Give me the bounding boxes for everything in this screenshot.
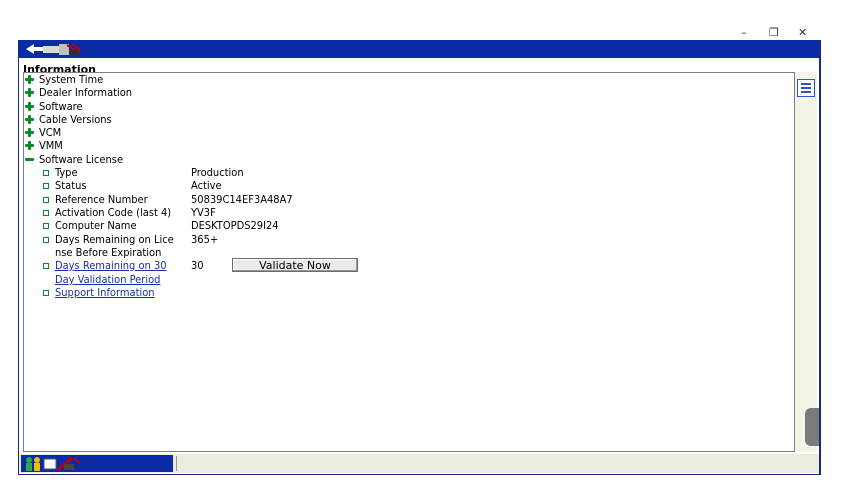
row-value: 365+ <box>191 233 219 246</box>
close-button[interactable]: ✕ <box>798 26 807 39</box>
row-value: Production <box>191 166 244 179</box>
tree-node-label: Software License <box>39 153 124 166</box>
row-key: Type <box>55 166 78 179</box>
row-value: 50839C14EF3A48A7 <box>191 193 293 206</box>
bullet-icon <box>43 183 49 189</box>
expand-plus-icon[interactable] <box>25 128 34 137</box>
bullet-icon <box>43 210 49 216</box>
minimize-button[interactable]: – <box>741 26 747 39</box>
status-tools-icon[interactable] <box>24 456 82 472</box>
support-information-link[interactable]: Support Information <box>55 286 155 299</box>
bullet-icon <box>43 263 49 269</box>
expand-plus-icon[interactable] <box>25 102 34 111</box>
tree-node-label: System Time <box>39 73 104 86</box>
row-value: DESKTOPDS29I24 <box>191 219 279 232</box>
row-key: Reference Number <box>55 193 148 206</box>
tree-node-label: Dealer Information <box>39 86 133 99</box>
bullet-icon <box>43 290 49 296</box>
expand-plus-icon[interactable] <box>25 75 34 84</box>
row-key: Activation Code (last 4) <box>55 206 172 219</box>
bullet-icon <box>43 197 49 203</box>
expand-plus-icon[interactable] <box>25 141 34 150</box>
status-bar-highlight <box>21 455 173 472</box>
row-key: Computer Name <box>55 219 137 232</box>
status-bar <box>19 454 819 473</box>
restore-button[interactable]: ❐ <box>769 26 779 39</box>
tree-node-label: Cable Versions <box>39 113 112 126</box>
row-value: 30 <box>191 259 204 272</box>
bullet-icon <box>43 170 49 176</box>
row-key: Status <box>55 179 87 192</box>
app-logo-icon <box>23 41 83 57</box>
side-toolbar <box>795 72 817 452</box>
expand-plus-icon[interactable] <box>25 115 34 124</box>
app-window: Information System Time Dealer Informati… <box>18 40 821 475</box>
row-value: YV3F <box>191 206 216 219</box>
tree-node-label: VCM <box>39 126 62 139</box>
row-key: nse Before Expiration <box>55 246 162 259</box>
tree-node-label: Software <box>39 100 83 113</box>
tree-node-label: VMM <box>39 139 63 152</box>
expand-plus-icon[interactable] <box>25 88 34 97</box>
side-handle[interactable] <box>805 408 819 446</box>
bullet-icon <box>43 223 49 229</box>
bullet-icon <box>43 237 49 243</box>
row-value: Active <box>191 179 222 192</box>
days-validation-link[interactable]: Day Validation Period <box>55 273 160 286</box>
row-key: Days Remaining on Lice <box>55 233 174 246</box>
validate-now-button[interactable]: Validate Now <box>232 258 358 272</box>
app-titlebar <box>19 40 819 58</box>
days-validation-link[interactable]: Days Remaining on 30 <box>55 259 167 272</box>
collapse-minus-icon[interactable] <box>25 158 34 161</box>
status-bar-field <box>176 456 817 471</box>
list-view-icon[interactable] <box>797 79 815 97</box>
